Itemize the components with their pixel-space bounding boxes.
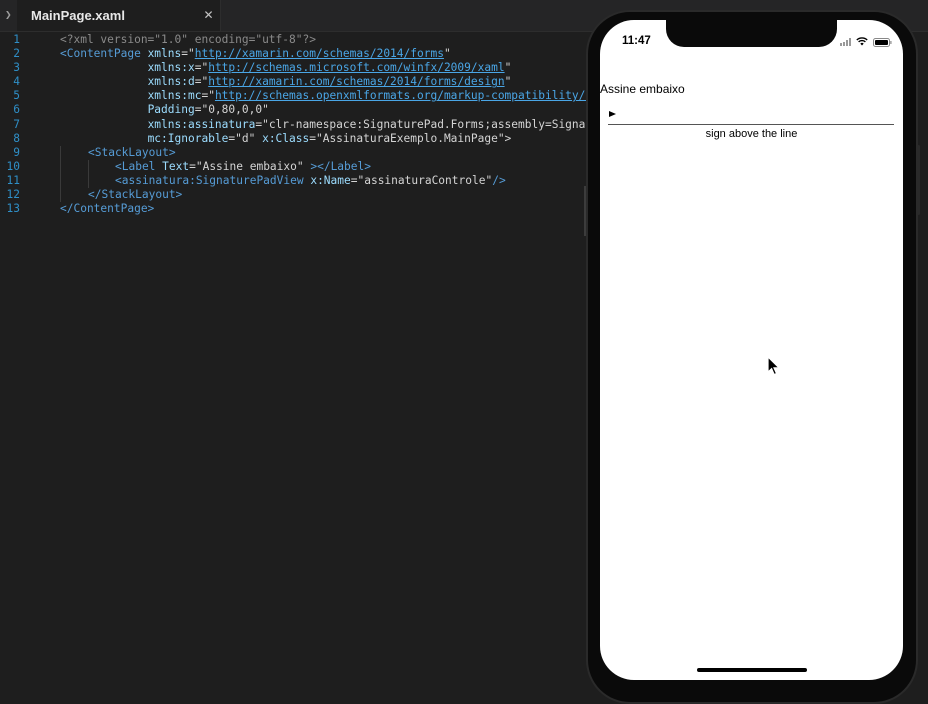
line-number: 11 bbox=[6, 173, 20, 187]
expand-chevron-icon[interactable]: ❯ bbox=[5, 8, 12, 21]
signature-caption: sign above the line bbox=[705, 128, 798, 140]
indent-guide bbox=[60, 173, 88, 188]
signature-label: Assine embaixo bbox=[600, 82, 685, 96]
phone-notch bbox=[666, 20, 837, 47]
indent-guide bbox=[88, 159, 115, 174]
status-time: 11:47 bbox=[622, 35, 651, 47]
line-content: xmlns:mc="http://schemas.openxmlformats.… bbox=[60, 89, 599, 103]
line-number: 12 bbox=[6, 188, 20, 202]
line-number: 10 bbox=[6, 159, 20, 173]
line-content: xmlns:assinatura="clr-namespace:Signatur… bbox=[60, 118, 599, 132]
line-number: 7 bbox=[13, 117, 20, 131]
indent-guide bbox=[60, 159, 88, 174]
line-content: xmlns:x="http://schemas.microsoft.com/wi… bbox=[60, 61, 512, 75]
code-token: " bbox=[504, 61, 512, 75]
code-token: " bbox=[504, 75, 512, 89]
play-marker-icon bbox=[609, 111, 616, 117]
tab-mainpage-xaml[interactable]: MainPage.xaml ✕ bbox=[17, 0, 221, 31]
code-token: ="d" bbox=[228, 131, 263, 145]
code-token: ="Assine embaixo" bbox=[189, 159, 311, 173]
code-token: /> bbox=[492, 173, 506, 187]
code-token: <?xml version="1.0" encoding="utf-8"?> bbox=[60, 33, 316, 46]
code-link[interactable]: http://schemas.openxmlformats.org/markup… bbox=[215, 89, 599, 102]
code-token: =" bbox=[201, 89, 215, 103]
battery-icon bbox=[873, 38, 892, 47]
mouse-cursor-icon bbox=[767, 356, 781, 376]
line-number: 2 bbox=[13, 47, 20, 61]
code-token: <StackLayout> bbox=[88, 145, 176, 159]
code-token: xmlns bbox=[147, 47, 182, 61]
code-token: xmlns:assinatura bbox=[147, 117, 256, 131]
code-token: Text bbox=[162, 159, 190, 173]
line-number: 8 bbox=[13, 131, 20, 145]
code-token: x:Class bbox=[262, 131, 310, 145]
line-content: Padding="0,80,0,0" bbox=[60, 103, 269, 117]
code-token: mc:Ignorable bbox=[147, 131, 229, 145]
code-token: Padding bbox=[147, 103, 195, 117]
line-number: 13 bbox=[6, 202, 20, 216]
code-token: xmlns:d bbox=[147, 75, 195, 89]
line-content: mc:Ignorable="d" x:Class="AssinaturaExem… bbox=[60, 131, 512, 146]
line-content: <assinatura:SignaturePadView x:Name="ass… bbox=[60, 173, 506, 188]
code-token: =" bbox=[194, 75, 209, 89]
home-indicator[interactable] bbox=[697, 668, 807, 672]
line-number: 3 bbox=[13, 61, 20, 75]
code-token: ="AssinaturaExemplo.MainPage"> bbox=[309, 131, 512, 145]
line-content: <?xml version="1.0" encoding="utf-8"?> bbox=[60, 33, 316, 47]
code-token: ="0,80,0,0" bbox=[194, 103, 269, 117]
phone-screen[interactable]: 11:47 Assine embaixo sign above the line bbox=[600, 20, 903, 680]
tab-title: MainPage.xaml bbox=[31, 8, 125, 23]
line-number: 9 bbox=[13, 145, 20, 159]
code-token: ="assinaturaControle" bbox=[350, 173, 493, 187]
line-number: 5 bbox=[13, 89, 20, 103]
code-token: </ContentPage> bbox=[60, 202, 155, 216]
wifi-icon bbox=[856, 37, 868, 46]
phone-side-button bbox=[917, 145, 920, 215]
code-token: ></Label> bbox=[310, 159, 371, 173]
line-content: </ContentPage> bbox=[60, 202, 154, 216]
code-token: <ContentPage bbox=[60, 47, 148, 61]
line-content: <StackLayout> bbox=[60, 145, 176, 160]
indent-guide bbox=[60, 145, 88, 160]
signature-line[interactable] bbox=[608, 124, 894, 125]
code-token: <assinatura:SignaturePadView bbox=[115, 173, 311, 187]
indent-guide bbox=[60, 188, 88, 203]
code-token: =" bbox=[181, 47, 195, 61]
line-content: <Label Text="Assine embaixo" ></Label> bbox=[60, 159, 371, 174]
line-content: <ContentPage xmlns="http://xamarin.com/s… bbox=[60, 47, 451, 61]
line-number: 6 bbox=[13, 103, 20, 117]
line-number: 4 bbox=[13, 75, 20, 89]
code-token: " bbox=[443, 47, 451, 61]
cellular-signal-icon bbox=[840, 38, 851, 46]
indent-guide bbox=[88, 173, 115, 188]
code-token: <Label bbox=[115, 159, 163, 173]
code-token: xmlns:mc bbox=[147, 89, 202, 103]
line-content: </StackLayout> bbox=[60, 188, 183, 203]
line-number: 1 bbox=[13, 33, 20, 46]
close-tab-icon[interactable]: ✕ bbox=[202, 9, 215, 22]
code-link[interactable]: http://xamarin.com/schemas/2014/forms/de… bbox=[208, 75, 504, 88]
code-link[interactable]: http://xamarin.com/schemas/2014/forms bbox=[195, 47, 444, 60]
code-token: =" bbox=[194, 61, 209, 75]
code-token: ="clr-namespace:SignaturePad.Forms;assem… bbox=[255, 117, 599, 131]
code-link[interactable]: http://schemas.microsoft.com/winfx/2009/… bbox=[208, 61, 504, 74]
code-token: xmlns:x bbox=[147, 61, 195, 75]
code-token: </StackLayout> bbox=[88, 188, 183, 202]
code-token: x:Name bbox=[310, 173, 351, 187]
line-content: xmlns:d="http://xamarin.com/schemas/2014… bbox=[60, 75, 512, 89]
